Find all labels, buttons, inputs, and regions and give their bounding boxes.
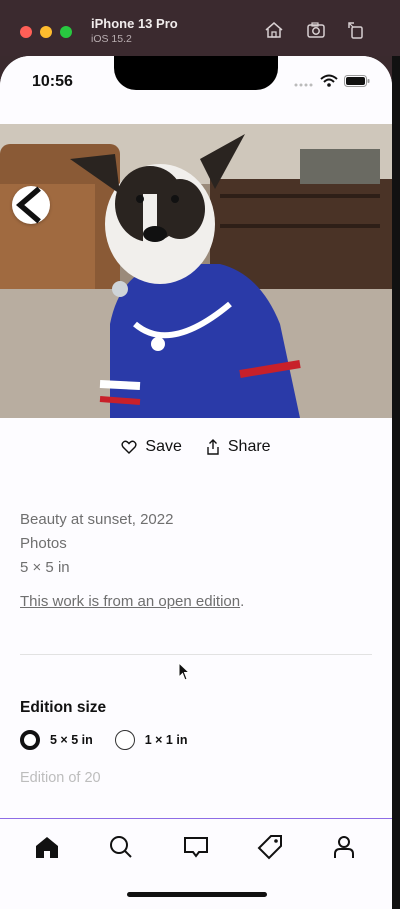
close-window-button[interactable] (20, 26, 32, 38)
edition-option-1x1[interactable]: 1 × 1 in (114, 730, 188, 750)
zoom-window-button[interactable] (60, 26, 72, 38)
radio-unselected-icon[interactable] (114, 730, 135, 750)
signal-icon (294, 74, 314, 92)
battery-icon (344, 74, 370, 92)
heart-icon (121, 440, 137, 454)
minimize-window-button[interactable] (40, 26, 52, 38)
artwork-medium: Photos (20, 535, 67, 552)
notch (114, 56, 278, 90)
artwork-title: Beauty at sunset, 2022 (20, 511, 174, 528)
status-indicators (294, 74, 370, 92)
share-icon (207, 439, 219, 455)
home-icon (36, 837, 58, 858)
search-icon (110, 836, 132, 858)
edition-count: Edition of 20 (20, 770, 101, 786)
save-label: Save (145, 438, 182, 455)
phone-screen: 10:56 Save Share Beauty at sunset, 2022 … (0, 56, 392, 909)
messages-icon (184, 837, 208, 858)
offers-icon (257, 835, 282, 860)
rotate-icon[interactable] (346, 20, 366, 40)
edition-option-5x5[interactable]: 5 × 5 in (20, 730, 93, 750)
tab-search[interactable] (107, 833, 135, 861)
edition-size-heading: Edition size (20, 699, 107, 716)
home-icon[interactable] (264, 20, 284, 40)
divider (20, 654, 372, 655)
edition-option-label: 1 × 1 in (144, 733, 188, 747)
radio-selected-icon[interactable] (20, 730, 40, 750)
artwork-details: Beauty at sunset, 2022 Photos 5 × 5 in (20, 508, 173, 580)
artwork-actions: Save Share (0, 438, 392, 456)
wifi-icon (320, 74, 338, 92)
save-button[interactable]: Save (121, 438, 182, 456)
tab-messages[interactable] (182, 833, 210, 861)
open-edition-text: This work is from an open edition. (20, 593, 244, 610)
status-bar: 10:56 (0, 56, 392, 124)
mouse-cursor-icon (178, 662, 191, 681)
artwork-image[interactable] (0, 124, 392, 418)
simulator-window: iPhone 13 Pro iOS 15.2 10:56 Save Share … (0, 0, 400, 909)
tab-profile[interactable] (330, 833, 358, 861)
profile-icon (334, 836, 354, 858)
device-os-version: iOS 15.2 (91, 33, 132, 45)
simulator-titlebar: iPhone 13 Pro iOS 15.2 (0, 0, 400, 56)
tab-offers[interactable] (256, 833, 284, 861)
share-button[interactable]: Share (206, 438, 271, 456)
edition-option-label: 5 × 5 in (50, 733, 93, 747)
edition-size-options: 5 × 5 in 1 × 1 in (20, 730, 187, 750)
screenshot-icon[interactable] (306, 20, 326, 40)
back-button[interactable] (12, 186, 50, 224)
home-indicator[interactable] (127, 892, 267, 897)
open-edition-link[interactable]: This work is from an open edition (20, 593, 240, 610)
status-time: 10:56 (32, 73, 73, 90)
artwork-size: 5 × 5 in (20, 559, 70, 576)
device-name: iPhone 13 Pro (91, 16, 178, 31)
open-edition-suffix: . (240, 593, 245, 610)
chevron-left-icon (15, 186, 41, 224)
tab-home[interactable] (33, 833, 61, 861)
share-label: Share (227, 438, 271, 455)
device-frame-edge (392, 56, 400, 909)
dog-photo (0, 124, 392, 418)
